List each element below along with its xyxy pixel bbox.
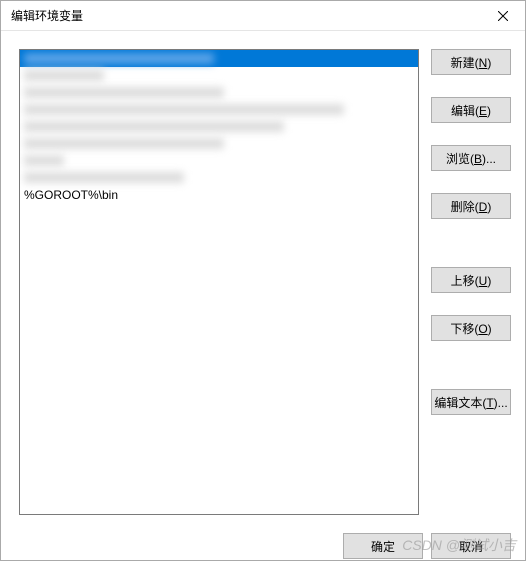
- list-item[interactable]: [20, 50, 418, 67]
- button-sidebar: 新建(N) 编辑(E) 浏览(B)... 删除(D) 上移(U) 下移(O) 编…: [431, 49, 511, 515]
- list-item[interactable]: [20, 118, 418, 135]
- footer: 确定 取消: [1, 525, 525, 573]
- list-item[interactable]: [20, 152, 418, 169]
- list-item[interactable]: [20, 135, 418, 152]
- close-button[interactable]: [480, 1, 525, 31]
- list-item[interactable]: [20, 169, 418, 186]
- list-item[interactable]: [20, 101, 418, 118]
- close-icon: [498, 11, 508, 21]
- list-item[interactable]: [20, 67, 418, 84]
- new-button[interactable]: 新建(N): [431, 49, 511, 75]
- ok-button[interactable]: 确定: [343, 533, 423, 559]
- path-listbox[interactable]: %GOROOT%\bin: [19, 49, 419, 515]
- titlebar: 编辑环境变量: [1, 1, 525, 31]
- cancel-button[interactable]: 取消: [431, 533, 511, 559]
- list-item[interactable]: [20, 84, 418, 101]
- content-area: %GOROOT%\bin 新建(N) 编辑(E) 浏览(B)... 删除(D) …: [1, 31, 525, 525]
- move-down-button[interactable]: 下移(O): [431, 315, 511, 341]
- edit-button[interactable]: 编辑(E): [431, 97, 511, 123]
- window-title: 编辑环境变量: [11, 7, 83, 24]
- dialog-window: 编辑环境变量 %GOROOT%\bin 新建(N) 编辑(E) 浏览(B)...…: [0, 0, 526, 561]
- edit-text-button[interactable]: 编辑文本(T)...: [431, 389, 511, 415]
- browse-button[interactable]: 浏览(B)...: [431, 145, 511, 171]
- move-up-button[interactable]: 上移(U): [431, 267, 511, 293]
- delete-button[interactable]: 删除(D): [431, 193, 511, 219]
- list-item[interactable]: %GOROOT%\bin: [20, 186, 418, 203]
